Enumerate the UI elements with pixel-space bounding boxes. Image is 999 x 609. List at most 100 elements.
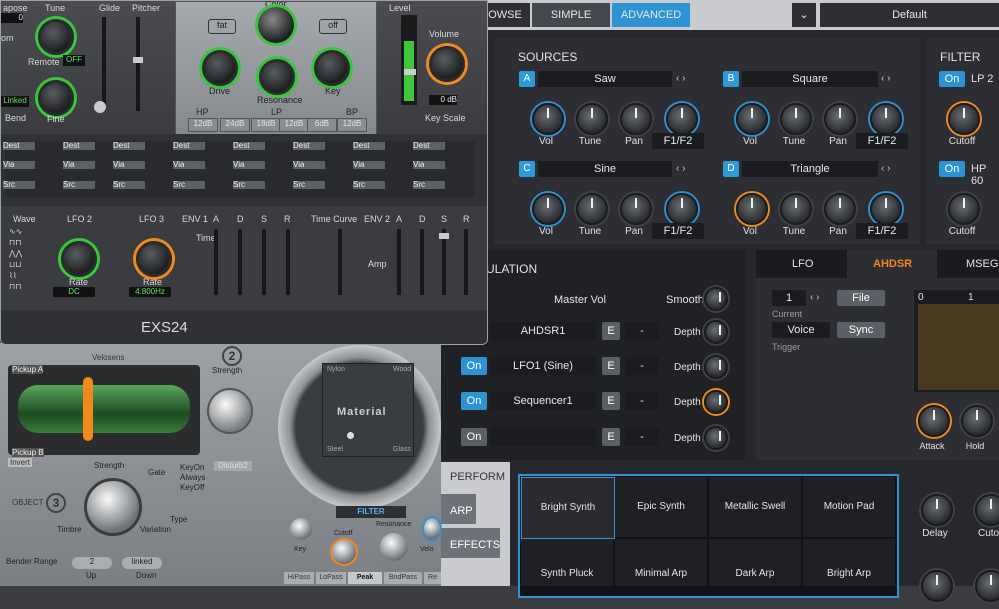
string-display[interactable] — [8, 365, 200, 455]
filter-resonance-knob[interactable] — [380, 533, 408, 561]
mod-slot-2-via[interactable]: Via — [63, 161, 95, 169]
env-arrows-icon[interactable]: ‹ › — [810, 292, 819, 303]
mod-row-1-depth-knob[interactable] — [704, 320, 728, 344]
color-knob[interactable] — [258, 7, 294, 43]
source-a-tune-knob[interactable] — [576, 103, 608, 135]
volume-value[interactable]: 0 dB — [429, 95, 457, 105]
source-c-pan-knob[interactable] — [620, 193, 652, 225]
perform-knob-4[interactable] — [975, 570, 999, 602]
simple-button[interactable]: SIMPLE — [532, 3, 610, 27]
env-current-value[interactable]: 1 — [772, 290, 806, 306]
mod-slot-7-via[interactable]: Via — [353, 161, 385, 169]
mod-slot-2-dest[interactable]: Dest — [63, 142, 95, 150]
source-b-vol-knob[interactable] — [736, 103, 768, 135]
env2-d-slider[interactable] — [420, 229, 424, 295]
pad-8[interactable]: Bright Arp — [803, 539, 895, 586]
env-voice-select[interactable]: Voice — [772, 322, 830, 338]
slope-2[interactable]: 24dB — [220, 118, 250, 132]
filter-key-knob[interactable] — [290, 518, 312, 540]
mod-row-2-depth-knob[interactable] — [704, 355, 728, 379]
bender-up-value[interactable]: 2 — [72, 557, 112, 569]
filter-2-on-button[interactable]: On — [939, 161, 965, 177]
key-knob[interactable] — [314, 50, 350, 86]
remote-off-value[interactable]: OFF — [63, 55, 85, 66]
source-d-name[interactable]: Triangle — [742, 161, 878, 177]
mod-row-3-dash[interactable]: - — [625, 392, 659, 410]
source-d-letter[interactable]: D — [723, 161, 739, 177]
mod-row-1-source[interactable]: AHDSR1 — [490, 322, 596, 340]
mod-slot-1-via[interactable]: Via — [3, 161, 35, 169]
mod-slot-3-via[interactable]: Via — [113, 161, 145, 169]
volume-knob[interactable] — [429, 46, 465, 82]
mod-row-3-depth-knob[interactable] — [704, 390, 728, 414]
preset-name[interactable]: Default — [820, 3, 999, 27]
mod-slot-4-src[interactable]: Src — [173, 181, 205, 189]
mod-slot-7-src[interactable]: Src — [353, 181, 385, 189]
pitcher-slider[interactable] — [136, 17, 140, 111]
mod-slot-3-src[interactable]: Src — [113, 181, 145, 189]
pitcher-slider-cap[interactable] — [133, 57, 143, 63]
env2-s-slider-cap[interactable] — [439, 233, 449, 239]
filter-1-cutoff-knob[interactable] — [948, 103, 980, 135]
source-c-f-select[interactable]: F1/F2 — [652, 223, 704, 239]
lfo3-rate-value[interactable]: 4.800Hz — [129, 287, 171, 297]
mod-slot-1-src[interactable]: Src — [3, 181, 35, 189]
filter-type-re[interactable]: Re — [424, 572, 441, 584]
object-2-type-select[interactable]: Disturb2 — [214, 461, 252, 471]
smooth-knob[interactable] — [704, 287, 728, 311]
mod-slot-1-dest[interactable]: Dest — [3, 142, 35, 150]
tab-arp[interactable]: ARP — [450, 505, 473, 517]
filter-type-lopass[interactable]: LoPass — [316, 572, 346, 584]
source-b-f-knob[interactable] — [870, 103, 902, 135]
env-hold-knob[interactable] — [961, 405, 993, 437]
filter-type-hipass[interactable]: HiPass — [284, 572, 314, 584]
mod-slot-6-dest[interactable]: Dest — [293, 142, 325, 150]
drive-knob[interactable] — [202, 50, 238, 86]
filter-cutoff-knob[interactable] — [332, 540, 356, 564]
mod-slot-8-via[interactable]: Via — [413, 161, 445, 169]
source-a-name[interactable]: Saw — [538, 71, 672, 87]
filter-type-bndpass[interactable]: BndPass — [384, 572, 422, 584]
mod-row-2-source[interactable]: LFO1 (Sine) — [490, 357, 596, 375]
time-curve-slider[interactable] — [338, 229, 342, 295]
mod-row-1-edit-button[interactable]: E — [602, 322, 620, 340]
pad-2[interactable]: Epic Synth — [615, 477, 707, 537]
mod-slot-7-dest[interactable]: Dest — [353, 142, 385, 150]
env-sync-button[interactable]: Sync — [837, 322, 885, 338]
fat-button[interactable]: fat — [208, 19, 236, 34]
source-d-vol-knob[interactable] — [736, 193, 768, 225]
tune-knob[interactable] — [38, 19, 74, 55]
lfo2-rate-value[interactable]: DC — [53, 287, 95, 297]
slope-4[interactable]: 12dB — [279, 118, 309, 132]
source-d-tune-knob[interactable] — [780, 193, 812, 225]
resonance-knob[interactable] — [259, 59, 295, 95]
source-a-pan-knob[interactable] — [620, 103, 652, 135]
mod-row-4-source[interactable] — [490, 428, 596, 446]
linked-value[interactable]: Linked — [1, 96, 29, 107]
source-c-name[interactable]: Sine — [538, 161, 672, 177]
env-attack-knob[interactable] — [918, 405, 950, 437]
source-d-f-select[interactable]: F1/F2 — [856, 223, 908, 239]
lfo2-rate-knob[interactable] — [61, 241, 97, 277]
invert-button[interactable]: Invert — [8, 458, 33, 467]
pad-3[interactable]: Metallic Swell — [709, 477, 801, 537]
mod-slot-4-via[interactable]: Via — [173, 161, 205, 169]
level-slider-cap[interactable] — [404, 69, 416, 75]
source-c-vol-knob[interactable] — [532, 193, 564, 225]
source-b-letter[interactable]: B — [723, 71, 739, 87]
lfo3-rate-knob[interactable] — [136, 241, 172, 277]
wave-selector-icons[interactable]: ∿∿ ⊓⊓ ⋀⋀ ⊔⊔ ⌇⌇ ⊓⊓ — [9, 226, 41, 296]
mod-row-2-on-button[interactable]: On — [461, 357, 487, 375]
env-graph[interactable] — [918, 304, 999, 390]
mod-slot-6-via[interactable]: Via — [293, 161, 325, 169]
mod-slot-5-dest[interactable]: Dest — [233, 142, 265, 150]
source-c-letter[interactable]: C — [519, 161, 535, 177]
filter-2-cutoff-knob[interactable] — [948, 193, 980, 225]
filter-1-on-button[interactable]: On — [939, 71, 965, 87]
slope-5[interactable]: 6dB — [307, 118, 337, 132]
mod-slot-5-src[interactable]: Src — [233, 181, 265, 189]
glide-slider-cap[interactable] — [94, 101, 106, 113]
object-2-knob[interactable] — [207, 388, 253, 434]
source-d-f-knob[interactable] — [870, 193, 902, 225]
mod-slot-8-src[interactable]: Src — [413, 181, 445, 189]
